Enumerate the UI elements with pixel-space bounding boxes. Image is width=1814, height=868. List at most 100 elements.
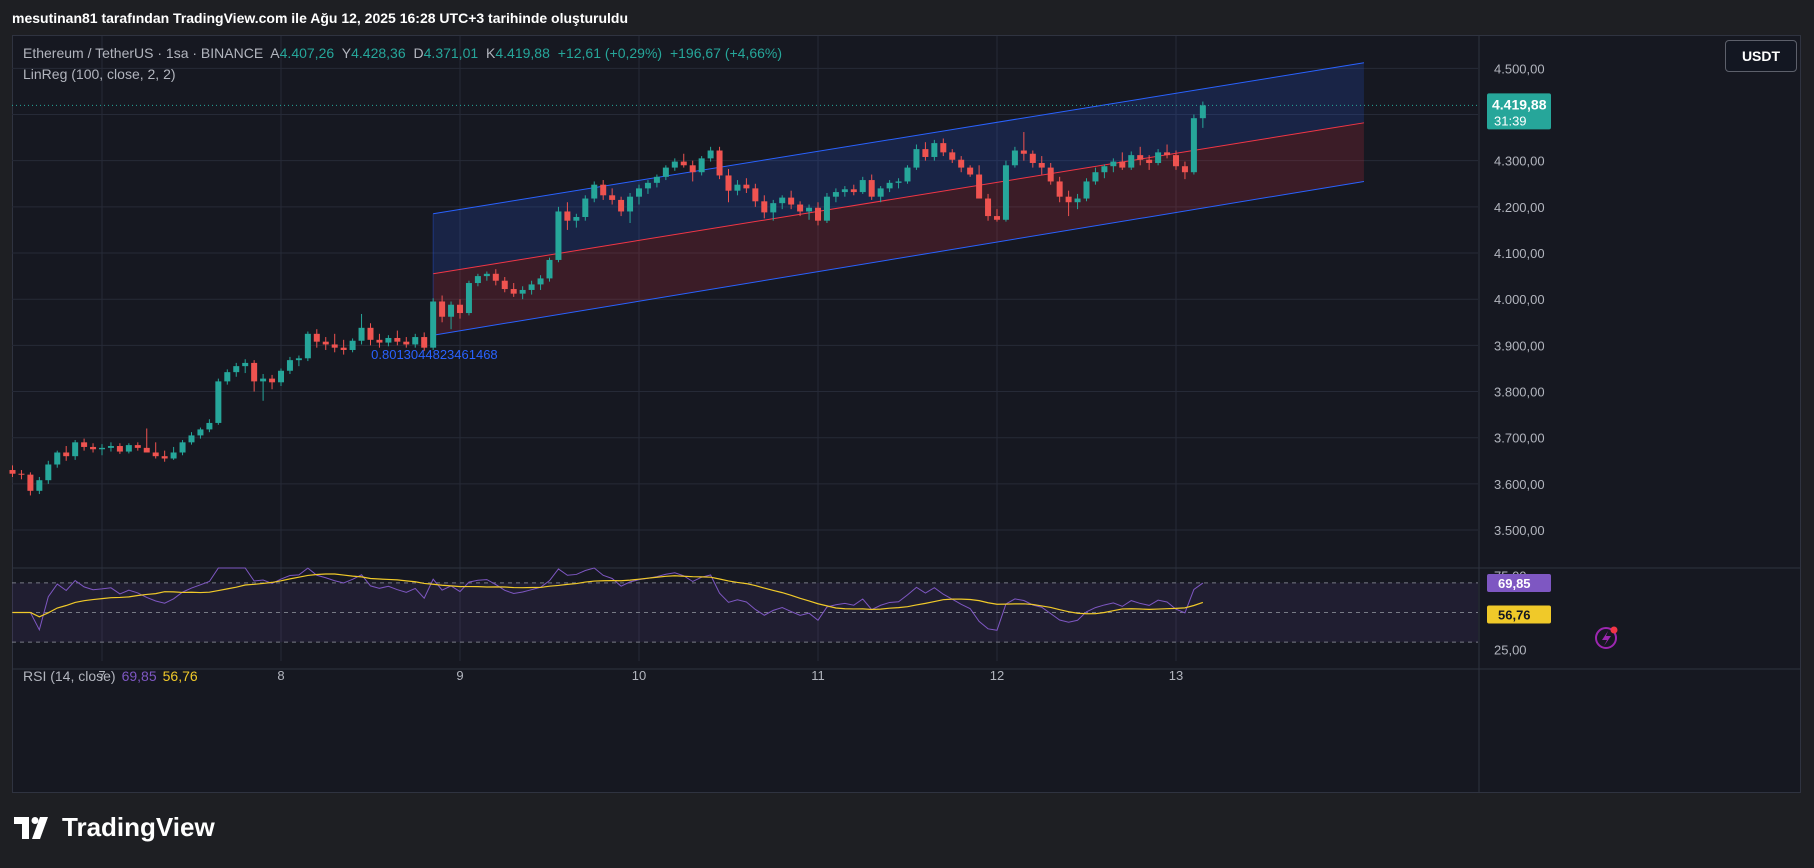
price-tick-label: 4.200,00	[1494, 200, 1545, 215]
candle-body	[197, 429, 204, 436]
price-tick-label: 4.100,00	[1494, 246, 1545, 261]
candle-body	[215, 381, 222, 423]
rsi-ma-badge-value: 56,76	[1498, 607, 1531, 622]
candle-body	[716, 150, 723, 176]
candle	[188, 432, 195, 445]
candle-body	[1181, 166, 1188, 173]
candle-body	[564, 211, 571, 221]
candle-body	[877, 188, 884, 197]
candle-body	[519, 289, 526, 294]
candle	[197, 427, 204, 439]
candle-body	[9, 470, 16, 474]
candle	[206, 419, 213, 433]
candle-body	[1101, 166, 1108, 173]
candle	[1083, 178, 1090, 202]
regression-coefficient-label: 0.8013044823461468	[371, 347, 498, 362]
candle-body	[45, 464, 52, 481]
candle-body	[662, 167, 669, 177]
candle-body	[206, 422, 213, 430]
low-label: D	[413, 45, 424, 61]
candle	[36, 476, 43, 495]
candle-body	[627, 196, 634, 212]
candle-body	[591, 184, 598, 199]
candle-body	[179, 442, 186, 453]
symbol-name[interactable]: Ethereum / TetherUS · 1sa · BINANCE	[23, 45, 263, 61]
candle	[1002, 160, 1009, 222]
candle-body	[1155, 152, 1162, 163]
candle	[27, 472, 34, 496]
candle	[152, 442, 159, 459]
candle-body	[501, 280, 508, 290]
candle-body	[474, 276, 481, 284]
candle-body	[340, 347, 347, 350]
candle-body	[1083, 181, 1090, 199]
candle	[1190, 114, 1197, 175]
candle-body	[152, 452, 159, 457]
candle	[224, 369, 231, 385]
price-badge-value: 4.419,88	[1492, 96, 1547, 112]
candle-body	[1047, 167, 1054, 182]
time-tick-label: 10	[632, 668, 646, 683]
candle-body	[707, 150, 714, 159]
candle-body	[931, 143, 938, 157]
candle-body	[600, 184, 607, 196]
candle-body	[841, 189, 848, 193]
candle-body	[465, 283, 472, 314]
candle-body	[546, 259, 553, 279]
candle-body	[1128, 155, 1135, 168]
candle-body	[815, 207, 821, 221]
candle-body	[322, 341, 329, 345]
candle-body	[99, 447, 105, 450]
candle-body	[1065, 196, 1072, 203]
change-value-2: +196,67 (+4,66%)	[669, 45, 783, 61]
candle-body	[116, 446, 123, 452]
candle-body	[743, 184, 750, 189]
candle-body	[170, 452, 177, 459]
candle-body	[1164, 152, 1171, 156]
rsi-ma-badge: 56,76	[1487, 605, 1551, 624]
candle	[125, 443, 132, 454]
candle	[322, 337, 329, 350]
candle-body	[72, 442, 79, 457]
chart-canvas[interactable]: 0.80130448234614684.500,004.400,004.300,…	[0, 0, 1814, 868]
candle-body	[1011, 150, 1018, 166]
candle-body	[1038, 162, 1045, 168]
candle-body	[779, 197, 786, 204]
candle-body	[286, 360, 293, 371]
candle	[716, 146, 723, 180]
tradingview-logo[interactable]: TradingView	[14, 812, 215, 843]
candle-body	[90, 446, 97, 450]
candle	[179, 440, 186, 456]
candle	[72, 440, 79, 460]
candle-body	[1056, 181, 1063, 197]
candle-body	[636, 188, 642, 197]
candle	[99, 444, 105, 456]
candle-body	[752, 188, 759, 202]
time-tick-label: 13	[1169, 668, 1183, 683]
candle	[260, 373, 267, 401]
rsi-ma-value: 56,76	[162, 668, 198, 684]
candle-body	[510, 289, 517, 294]
candle-body	[412, 337, 419, 345]
candle-body	[680, 161, 687, 166]
flash-alert-icon[interactable]	[1595, 626, 1618, 649]
candle-body	[537, 278, 544, 285]
candle-body	[27, 474, 34, 491]
candle	[582, 195, 589, 221]
candle-body	[367, 327, 374, 340]
candle-body	[609, 195, 616, 200]
candle-body	[850, 189, 857, 193]
currency-button[interactable]: USDT	[1725, 40, 1797, 72]
high-value: 4.428,36	[351, 45, 406, 61]
indicator-legend[interactable]: LinReg (100, close, 2, 2)	[23, 66, 176, 82]
candle	[394, 330, 401, 346]
candle	[823, 192, 830, 224]
rsi-legend[interactable]: RSI (14, close) 69,85 56,76	[23, 668, 198, 684]
candle-body	[689, 165, 696, 173]
candle-body	[618, 199, 625, 212]
price-badge-timer: 31:39	[1494, 113, 1527, 128]
candle-body	[1146, 159, 1153, 163]
price-axis: 4.500,004.400,004.300,004.200,004.100,00…	[1494, 61, 1545, 538]
candle-body	[940, 143, 947, 153]
candle-body	[457, 304, 463, 314]
